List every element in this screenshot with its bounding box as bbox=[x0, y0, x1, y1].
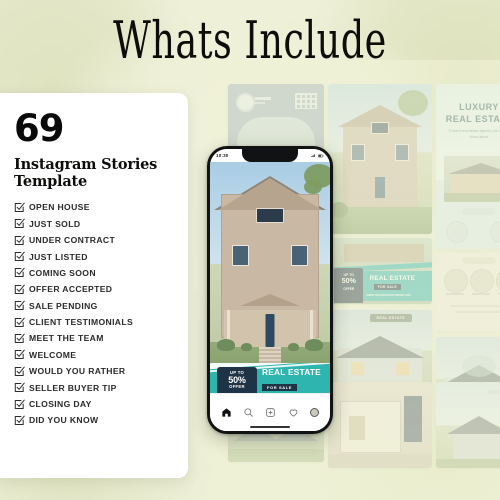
checkbox-check-icon bbox=[14, 300, 25, 311]
checkbox-check-icon bbox=[14, 366, 25, 376]
window-left bbox=[231, 245, 249, 267]
window-right bbox=[291, 245, 309, 267]
attic-window bbox=[256, 208, 284, 224]
profile-avatar[interactable] bbox=[310, 408, 320, 417]
template-count: 69 bbox=[14, 107, 65, 150]
heart-icon[interactable] bbox=[288, 407, 299, 418]
list-item-label: JUST SOLD bbox=[29, 218, 81, 229]
bush-mid-right bbox=[287, 343, 299, 352]
promo-text-block: REAL ESTATE FOR SALE WWW.TECHARCHSOFTWAR… bbox=[262, 368, 326, 393]
home-indicator bbox=[250, 425, 290, 428]
promo-banner[interactable]: UP TO 50% OFFER REAL ESTATE FOR SALE WWW… bbox=[210, 363, 330, 393]
info-panel: 69 Instagram Stories Template OPEN HOUSE… bbox=[0, 93, 188, 478]
discount-badge: UP TO 50% OFFER bbox=[217, 367, 257, 393]
thumbnail-for-sale-headline: REAL ESTATE bbox=[369, 274, 416, 282]
thumbnail-luxury-real-estate[interactable]: LUXURY REAL ESTATE Trusted real estate a… bbox=[436, 84, 500, 249]
list-item: JUST SOLD bbox=[14, 219, 174, 229]
bush-left bbox=[217, 339, 236, 352]
panel-subtitle: Instagram Stories Template bbox=[14, 156, 158, 191]
list-item: CLIENT TESTIMONIALS bbox=[14, 317, 174, 327]
thumbnail-modern-house-for-rent[interactable] bbox=[436, 253, 500, 331]
list-item-label: WELCOME bbox=[29, 349, 77, 360]
list-item: MEET THE TEAM bbox=[14, 333, 174, 343]
thumbnail-for-sale-url: WWW.TECHARCHSOFTWARE.COM bbox=[366, 294, 411, 298]
checkbox-check-icon bbox=[14, 235, 25, 245]
status-time: 10:30 bbox=[216, 153, 229, 158]
home-icon[interactable] bbox=[221, 407, 232, 418]
checkbox-check-icon bbox=[14, 284, 25, 294]
text-line bbox=[255, 97, 271, 100]
checkbox-check-icon bbox=[14, 268, 25, 278]
thumbnail-real-estate-for-sale[interactable]: UP TO 50% OFFER REAL ESTATE FOR SALE WWW… bbox=[328, 238, 432, 304]
porch-roof bbox=[240, 293, 300, 306]
phone-notch bbox=[242, 149, 298, 162]
checkbox-check-icon bbox=[14, 415, 25, 425]
list-item-label: OFFER ACCEPTED bbox=[29, 284, 113, 295]
list-item-label: SELLER BUYER TIP bbox=[29, 382, 117, 393]
list-item-label: MEET THE TEAM bbox=[29, 333, 104, 344]
checkbox-check-icon bbox=[14, 349, 25, 360]
list-item-label: OPEN HOUSE bbox=[29, 202, 90, 213]
list-item-label: UNDER CONTRACT bbox=[29, 235, 116, 246]
checkbox-check-icon bbox=[14, 399, 25, 409]
list-item: UNDER CONTRACT bbox=[14, 235, 174, 245]
front-door bbox=[265, 314, 275, 347]
feature-list: OPEN HOUSE JUST SOLD UNDER CONTRACT JUST… bbox=[14, 202, 174, 425]
list-item: WOULD YOU RATHER bbox=[14, 366, 174, 376]
list-item: COMING SOON bbox=[14, 268, 174, 278]
listing-photo bbox=[210, 162, 330, 393]
checkbox-check-icon bbox=[14, 251, 25, 262]
list-item-label: SALE PENDING bbox=[29, 300, 98, 311]
bush-right bbox=[304, 339, 323, 352]
list-item: SALE PENDING bbox=[14, 301, 174, 311]
list-item: OPEN HOUSE bbox=[14, 202, 174, 212]
thumbnail-luxury-line1: LUXURY bbox=[459, 102, 499, 112]
list-item-label: COMING SOON bbox=[29, 267, 96, 278]
checkbox-check-icon bbox=[14, 218, 25, 229]
list-item-label: CLOSING DAY bbox=[29, 399, 92, 410]
thumbnail-house-hero[interactable] bbox=[328, 84, 432, 234]
checkbox-check-icon bbox=[14, 382, 25, 393]
poster-canvas: LUXURY REAL ESTATE Trusted real estate a… bbox=[0, 0, 500, 500]
phone-mockup: 10:30 UP TO 50% OFFER REAL ESTATE FOR SA… bbox=[207, 146, 333, 434]
checkbox-check-icon bbox=[14, 333, 25, 344]
list-item-label: CLIENT TESTIMONIALS bbox=[29, 317, 134, 328]
checkbox-check-icon bbox=[14, 202, 25, 212]
checkbox-check-icon bbox=[14, 317, 25, 327]
avatar bbox=[236, 93, 255, 112]
badge-bottom-text: OFFER bbox=[229, 384, 245, 389]
add-post-icon[interactable] bbox=[265, 407, 276, 418]
list-item-label: WOULD YOU RATHER bbox=[29, 366, 126, 377]
thumbnail-sold-listing[interactable] bbox=[436, 382, 500, 468]
page-title: Whats Include bbox=[113, 10, 387, 71]
thumbnail-tag-label: REAL ESTATE bbox=[369, 314, 412, 322]
signal-icon bbox=[311, 154, 315, 157]
list-item-label: DID YOU KNOW bbox=[29, 415, 99, 426]
list-item: WELCOME bbox=[14, 350, 174, 360]
text-line bbox=[255, 102, 265, 104]
tree-foliage bbox=[304, 180, 322, 194]
promo-headline: REAL ESTATE bbox=[262, 367, 321, 377]
thumbnail-luxury-line2: REAL ESTATE bbox=[445, 114, 500, 124]
thumbnail-for-sale-subline: FOR SALE bbox=[373, 284, 402, 291]
list-item: DID YOU KNOW bbox=[14, 415, 174, 425]
battery-icon bbox=[318, 153, 324, 157]
list-item: SELLER BUYER TIP bbox=[14, 383, 174, 393]
list-item: CLOSING DAY bbox=[14, 399, 174, 409]
status-icons bbox=[311, 153, 324, 158]
dot-pattern bbox=[295, 93, 317, 109]
phone-screen: 10:30 UP TO 50% OFFER REAL ESTATE FOR SA… bbox=[210, 149, 330, 431]
thumbnail-luxury-body: Trusted real estate agency you should kn… bbox=[448, 129, 500, 139]
thumbnail-interior-showcase[interactable] bbox=[328, 382, 432, 468]
search-icon[interactable] bbox=[243, 407, 254, 418]
list-item-label: JUST LISTED bbox=[29, 251, 88, 262]
list-item: JUST LISTED bbox=[14, 252, 174, 262]
list-item: OFFER ACCEPTED bbox=[14, 284, 174, 294]
promo-subline: FOR SALE bbox=[262, 384, 298, 392]
